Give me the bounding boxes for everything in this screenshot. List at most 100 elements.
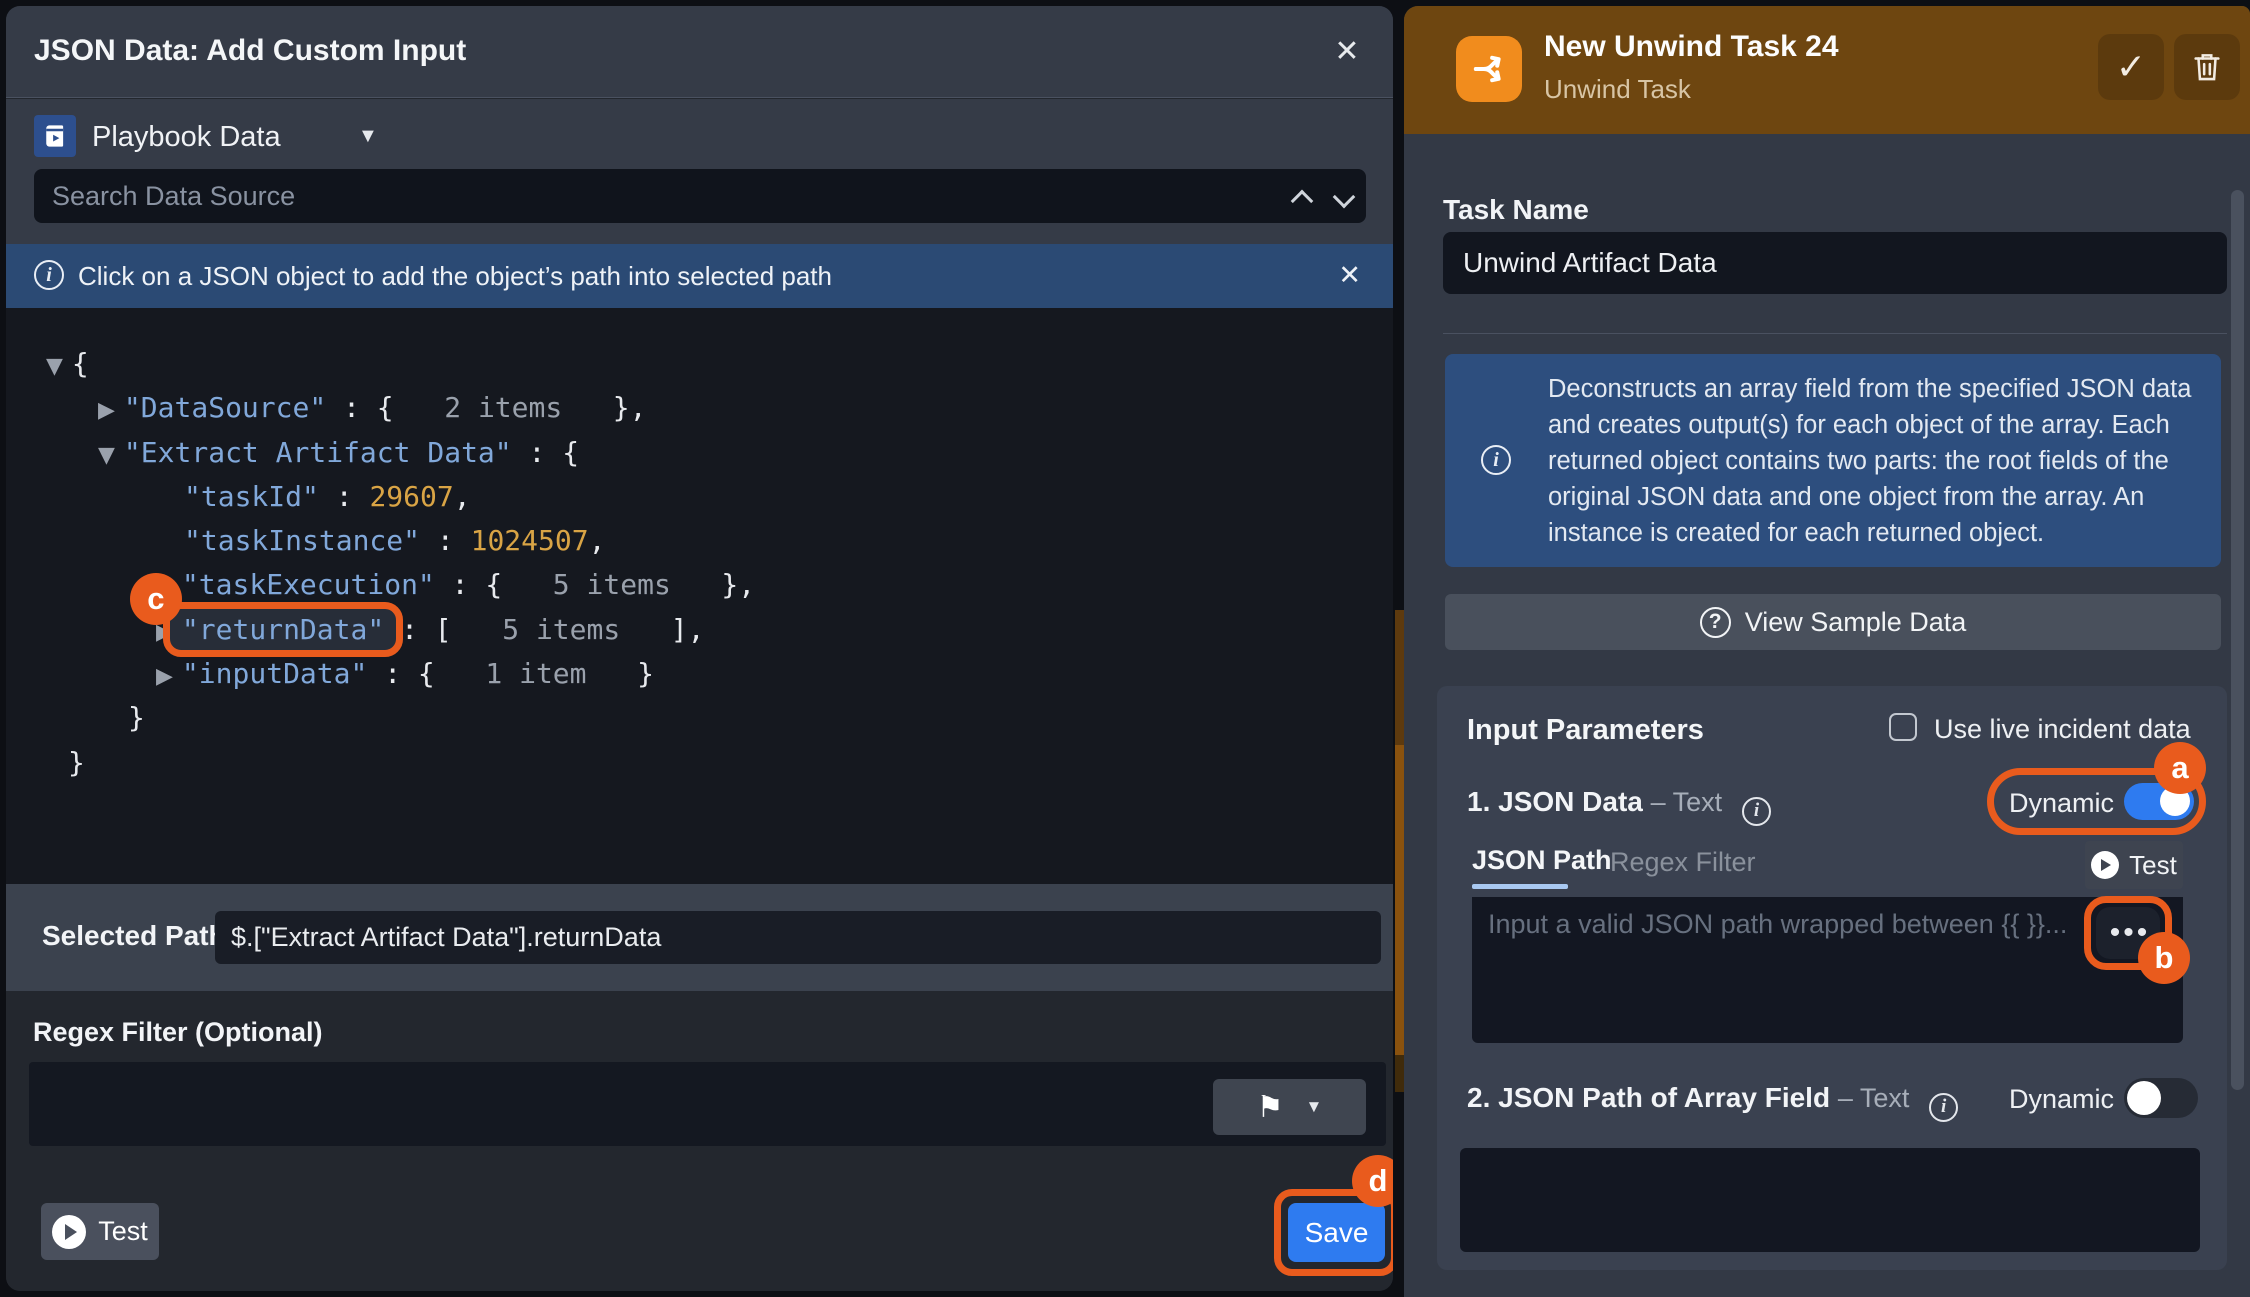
canvas-node-fragment [1395,745,1404,1055]
triangle-expanded-icon[interactable]: ▼ [98,443,115,468]
json-tree-line[interactable]: "taskId" : 29607, [6,475,1393,519]
json-tree-line[interactable]: ▶ "inputData" : { 1 item } [6,652,1393,696]
param1-test-button[interactable]: Test [2085,841,2183,889]
json-token: }, [596,391,647,424]
json-token: 1024507 [471,524,589,557]
json-token: 1 item [435,657,620,690]
param1-label: 1. JSON Data – Text i [1467,786,1771,826]
chevron-down-icon[interactable]: ▼ [358,125,378,148]
input-parameters-title: Input Parameters [1467,714,1704,747]
selected-path-input[interactable] [215,911,1381,964]
tab-json-path[interactable]: JSON Path [1472,845,1624,897]
json-token: : { [367,657,434,690]
json-token[interactable]: "DataSource" [124,391,326,424]
info-icon[interactable]: i [1742,797,1771,826]
json-token[interactable]: "inputData" [182,657,367,690]
json-token: } [128,701,145,734]
param1-dynamic-label: Dynamic [2009,788,2114,819]
task-name-input[interactable] [1443,232,2227,294]
json-tree-line[interactable]: ▶ "DataSource" : { 2 items }, [6,386,1393,430]
data-source-selector[interactable]: Playbook Data [92,121,281,154]
dialog-close-icon[interactable]: ✕ [1327,32,1367,72]
info-icon[interactable]: i [1929,1093,1958,1122]
param2-json-path-textarea[interactable] [1460,1148,2200,1252]
json-token: : { [326,391,393,424]
selected-path-row: Selected Path [6,884,1393,991]
dialog-title: JSON Data: Add Custom Input [34,34,466,68]
json-token: }, [705,568,756,601]
task-description-text: Deconstructs an array field from the spe… [1548,371,2196,551]
json-token: , [589,524,606,557]
question-icon: ? [1700,607,1731,638]
add-custom-input-dialog: JSON Data: Add Custom Input ✕ Playbook D… [6,6,1393,1291]
tab-regex-filter[interactable]: Regex Filter [1610,847,1756,878]
delete-task-button[interactable] [2174,34,2240,100]
json-tree-line[interactable]: } [6,741,1393,785]
use-live-incident-data-checkbox[interactable] [1889,713,1917,741]
param2-dynamic-label: Dynamic [2009,1084,2114,1115]
triangle-collapsed-icon[interactable]: ▶ [98,398,115,423]
json-token: , [454,480,471,513]
scrollbar-thumb[interactable] [2231,190,2244,1090]
confirm-button[interactable]: ✓ [2098,34,2164,100]
json-tree-line[interactable]: ▶"returnData"c : [ 5 items ], [6,608,1393,652]
json-tree[interactable]: ▼{ ▶ "DataSource" : { 2 items }, ▼ "Extract … [6,308,1393,884]
param2-label: 2. JSON Path of Array Field – Text i [1467,1082,1958,1122]
selected-path-label: Selected Path [42,920,226,952]
json-token: } [68,746,85,779]
json-token: 29607 [369,480,453,513]
view-sample-data-label: View Sample Data [1745,607,1967,638]
json-token: : { [512,436,579,469]
param1-json-path-textarea[interactable] [1472,897,2183,1043]
param2-type: – Text [1838,1083,1910,1113]
json-token: 2 items [394,391,596,424]
canvas-node-fragment [1395,610,1404,745]
json-tree-line[interactable]: "taskInstance" : 1024507, [6,519,1393,563]
json-token[interactable]: "taskExecution" [182,568,435,601]
regex-flags-dropdown[interactable]: ⚑ ▼ [1213,1079,1366,1135]
json-token[interactable]: "Extract Artifact Data" [124,436,512,469]
json-token[interactable]: "taskId" [184,480,319,513]
json-token: } [620,657,654,690]
json-token: : [420,524,471,557]
task-subtitle: Unwind Task [1544,74,1691,105]
task-config-panel: New Unwind Task 24 Unwind Task ✓ Task Na… [1404,6,2250,1297]
triangle-collapsed-icon[interactable]: ▶ [156,664,173,689]
test-button[interactable]: Test [41,1203,159,1260]
regex-filter-section: Regex Filter (Optional) ⚑ ▼ [6,991,1393,1291]
json-token: 5 items [502,568,704,601]
param1-test-label: Test [2129,850,2177,881]
input-parameters-card: Input Parameters Use live incident data … [1437,686,2227,1270]
canvas-node-fragment [1395,1055,1404,1092]
search-data-source-input[interactable] [34,169,1366,223]
task-header: New Unwind Task 24 Unwind Task ✓ [1404,6,2250,134]
dialog-header: JSON Data: Add Custom Input ✕ [6,6,1393,98]
view-sample-data-button[interactable]: ? View Sample Data [1445,594,2221,650]
flag-icon: ⚑ [1257,1090,1284,1125]
json-token: : [319,480,370,513]
unwind-task-icon [1456,36,1522,102]
triangle-expanded-icon[interactable]: ▼ [46,354,63,379]
data-source-section: Playbook Data ▼ [6,99,1393,244]
annotation-badge-a: a [2154,742,2206,794]
param2-dynamic-toggle[interactable] [2124,1078,2198,1118]
play-icon [52,1215,86,1249]
info-banner: i Click on a JSON object to add the obje… [6,244,1393,308]
regex-filter-input[interactable] [29,1062,1386,1146]
json-token: : { [435,568,502,601]
regex-filter-label: Regex Filter (Optional) [33,1017,323,1048]
return-data-key-highlighted[interactable]: "returnData"c [163,602,403,657]
divider [1443,333,2227,334]
json-token[interactable]: "taskInstance" [184,524,420,557]
task-description-box: i Deconstructs an array field from the s… [1445,354,2221,567]
annotation-badge-c: c [130,573,182,625]
task-title: New Unwind Task 24 [1544,30,1839,64]
json-tree-line[interactable]: ▼{ [6,342,1393,386]
json-tree-line[interactable]: } [6,696,1393,740]
json-tree-line[interactable]: ▼ "Extract Artifact Data" : { [6,431,1393,475]
save-button[interactable]: Save [1288,1203,1385,1262]
json-token: ], [654,613,705,646]
info-banner-text: Click on a JSON object to add the object… [78,261,832,292]
json-token: 5 items [452,613,654,646]
banner-close-icon[interactable]: ✕ [1338,260,1361,291]
